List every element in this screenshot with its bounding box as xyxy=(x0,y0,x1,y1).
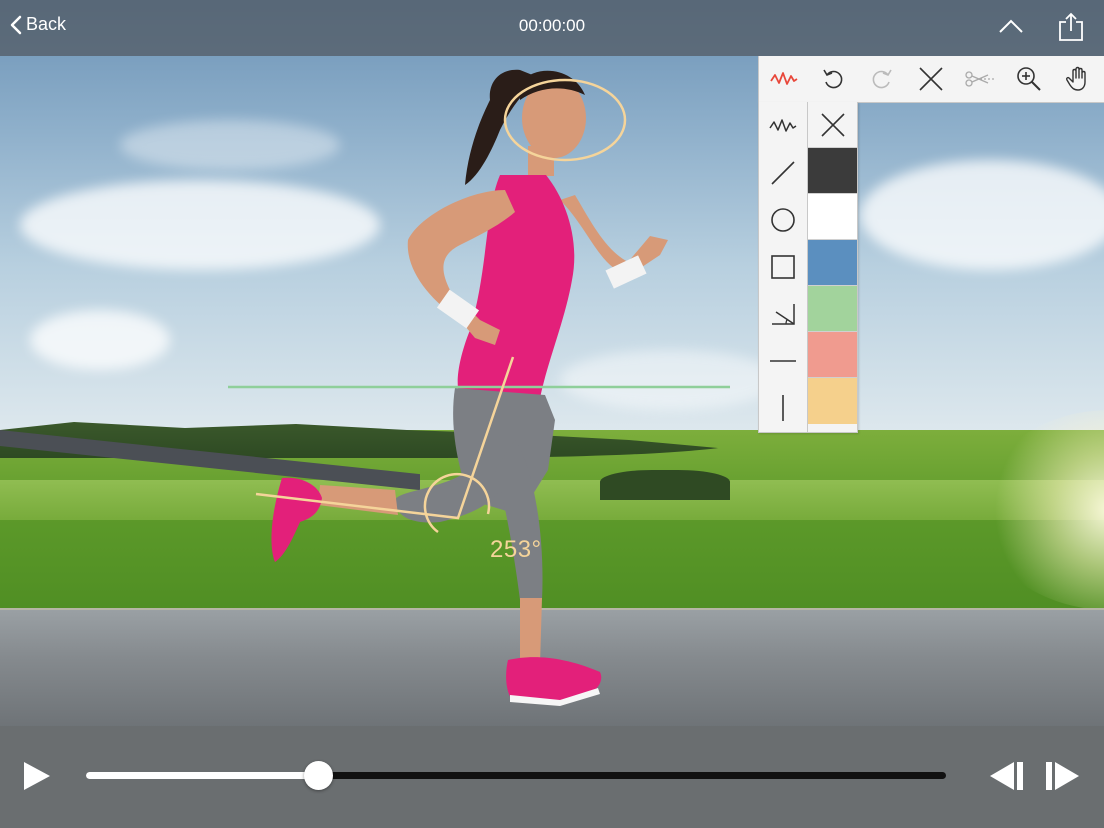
step-backward-icon xyxy=(990,762,1023,790)
top-navigation-bar: Back 00:00:00 xyxy=(0,0,1104,56)
shape-freehand-button[interactable] xyxy=(759,102,807,149)
share-button[interactable] xyxy=(1058,12,1084,47)
shape-angle-button[interactable] xyxy=(759,290,807,337)
line-icon xyxy=(771,160,795,185)
tool-zoom[interactable] xyxy=(1004,56,1053,102)
shape-rectangle-button[interactable] xyxy=(759,243,807,290)
close-icon xyxy=(820,112,845,137)
shape-horizontal-line-button[interactable] xyxy=(759,337,807,384)
scrubber-progress xyxy=(86,772,319,779)
circle-icon xyxy=(771,207,795,232)
clear-icon xyxy=(918,67,943,91)
color-swatch-dark-grey[interactable] xyxy=(808,148,857,194)
playback-timecode: 00:00:00 xyxy=(518,16,586,35)
shape-line-button[interactable] xyxy=(759,149,807,196)
color-picker xyxy=(808,102,857,432)
freehand-icon xyxy=(769,118,797,132)
annotation-toolbar xyxy=(758,56,1104,103)
color-swatch-white[interactable] xyxy=(808,194,857,240)
shape-circle-button[interactable] xyxy=(759,196,807,243)
cut-icon xyxy=(964,71,995,87)
color-swatch-green[interactable] xyxy=(808,286,857,332)
color-swatch-salmon[interactable] xyxy=(808,332,857,378)
knee-angle-annotation[interactable] xyxy=(255,356,515,520)
pan-hand-icon xyxy=(1065,66,1086,91)
chevron-up-icon xyxy=(999,19,1023,33)
collapse-toolbar-button[interactable] xyxy=(998,16,1024,41)
head-circle-annotation[interactable] xyxy=(503,78,627,162)
tool-clear[interactable] xyxy=(906,56,955,102)
shape-vertical-line-button[interactable] xyxy=(759,384,807,431)
color-swatch-blue[interactable] xyxy=(808,240,857,286)
horizontal-line-icon xyxy=(770,359,796,362)
scrubber-thumb[interactable] xyxy=(304,761,334,790)
rectangle-icon xyxy=(771,254,795,279)
tool-redo[interactable] xyxy=(857,56,906,102)
vertical-line-icon xyxy=(782,394,784,421)
tool-freehand[interactable] xyxy=(759,56,808,102)
angle-measurement-label: 253° xyxy=(490,536,542,563)
shape-picker xyxy=(759,102,808,432)
color-swatch-yellow[interactable] xyxy=(808,378,857,424)
tool-undo[interactable] xyxy=(808,56,857,102)
undo-icon xyxy=(822,69,842,89)
angle-icon xyxy=(772,303,795,325)
step-forward-icon xyxy=(1046,762,1079,790)
zoom-in-icon xyxy=(1016,67,1041,91)
tool-pan[interactable] xyxy=(1053,56,1102,102)
close-panel-button[interactable] xyxy=(808,102,857,148)
shape-color-panel xyxy=(758,102,858,433)
annotation-layer xyxy=(228,78,730,534)
play-icon xyxy=(24,762,50,790)
video-frame: 253° xyxy=(0,0,1104,828)
tool-cut[interactable] xyxy=(955,56,1004,102)
freehand-icon xyxy=(769,72,797,85)
redo-icon xyxy=(872,69,892,89)
step-back-button[interactable] xyxy=(988,760,1024,797)
step-forward-button[interactable] xyxy=(1045,760,1081,797)
share-icon xyxy=(1059,12,1083,41)
play-button[interactable] xyxy=(22,760,52,797)
angle-arc xyxy=(423,473,491,534)
